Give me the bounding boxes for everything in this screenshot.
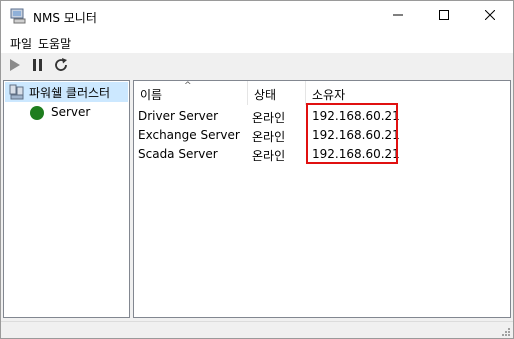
tree-item-server[interactable]: Server [27,104,127,122]
cell-name: Scada Server [138,147,218,161]
column-status-label: 상태 [254,88,277,102]
title-bar[interactable]: NMS 모니터 [1,1,513,31]
cell-status: 온라인 [252,149,286,163]
owner-highlight-box [306,103,398,164]
window-title: NMS 모니터 [33,11,97,25]
tree-pane[interactable]: 파워쉘 클러스터 Server [3,80,130,318]
list-header: 이름 ^ 상태 소유자 [134,81,510,105]
tree-root-cluster[interactable]: 파워쉘 클러스터 [5,82,128,102]
minimize-button[interactable] [375,1,421,31]
column-name-header[interactable]: 이름 ^ [134,81,248,105]
cell-name: Exchange Server [138,128,240,142]
tree-root-label: 파워쉘 클러스터 [29,86,111,100]
maximize-button[interactable] [421,1,467,31]
refresh-button[interactable] [52,57,70,75]
pause-button[interactable] [29,57,47,75]
play-button[interactable] [6,57,24,75]
toolbar [1,53,513,79]
close-button[interactable] [467,1,513,31]
resize-grip-icon[interactable] [501,326,511,336]
close-icon [484,9,496,23]
status-online-icon [30,106,44,120]
minimize-icon [393,9,403,23]
column-status-header[interactable]: 상태 [248,81,306,105]
column-name-label: 이름 [140,88,163,102]
column-owner-header[interactable]: 소유자 [306,81,510,105]
cluster-icon [9,84,25,100]
main-window: NMS 모니터 파일 도움말 파워쉘 클러스터 Server 이름 ^ 상태 소… [0,0,514,339]
menu-bar: 파일 도움말 [1,31,513,53]
cell-status: 온라인 [252,111,286,125]
refresh-icon [53,57,69,76]
server-list[interactable]: 이름 ^ 상태 소유자 Driver Server 온라인 192.168.60… [133,80,511,318]
app-icon [10,8,26,24]
tree-item-label: Server [51,105,91,119]
menu-help[interactable]: 도움말 [38,35,71,52]
column-owner-label: 소유자 [312,88,346,102]
cell-status: 온라인 [252,130,286,144]
sort-ascending-icon: ^ [184,81,192,91]
play-icon [9,58,21,75]
menu-file[interactable]: 파일 [10,35,32,52]
cell-name: Driver Server [138,109,219,123]
pause-icon [32,58,44,75]
status-bar [1,321,513,338]
maximize-icon [439,9,449,23]
